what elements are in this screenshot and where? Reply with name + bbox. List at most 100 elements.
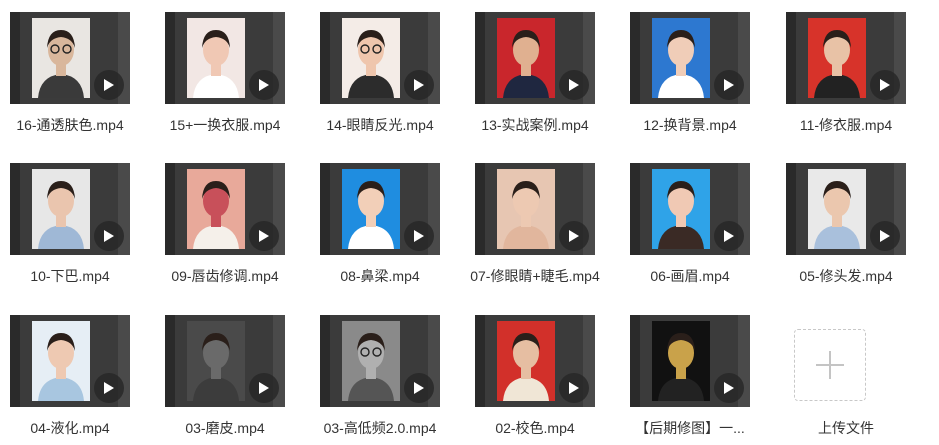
file-name[interactable]: 11-修衣服.mp4 xyxy=(774,115,918,135)
play-icon[interactable] xyxy=(714,221,744,251)
portrait-image xyxy=(497,321,555,401)
file-name[interactable]: 13-实战案例.mp4 xyxy=(463,115,607,135)
editor-panel-left xyxy=(165,315,175,407)
video-thumbnail[interactable] xyxy=(475,315,595,407)
portrait-image xyxy=(187,169,245,249)
file-grid: 16-通透肤色.mp4 15+一换衣服.mp4 14-眼睛反光.mp4 13-实… xyxy=(0,0,939,438)
file-name[interactable]: 02-校色.mp4 xyxy=(463,418,607,438)
file-name[interactable]: 05-修头发.mp4 xyxy=(774,266,918,286)
editor-panel-left xyxy=(320,163,330,255)
upload-tile[interactable]: 上传文件 xyxy=(786,315,906,445)
video-thumbnail[interactable] xyxy=(786,163,906,255)
video-thumbnail[interactable] xyxy=(165,163,285,255)
play-icon[interactable] xyxy=(559,70,589,100)
portrait-image xyxy=(187,18,245,98)
video-thumbnail[interactable] xyxy=(630,12,750,104)
play-icon[interactable] xyxy=(559,373,589,403)
file-name[interactable]: 06-画眉.mp4 xyxy=(618,266,762,286)
file-tile[interactable]: 03-高低频2.0.mp4 xyxy=(320,315,440,445)
video-thumbnail[interactable] xyxy=(10,163,130,255)
video-thumbnail[interactable] xyxy=(10,315,130,407)
file-tile[interactable]: 15+一换衣服.mp4 xyxy=(165,12,285,142)
upload-button[interactable] xyxy=(794,329,866,401)
play-icon[interactable] xyxy=(559,221,589,251)
file-tile[interactable]: 02-校色.mp4 xyxy=(475,315,595,445)
file-name[interactable]: 03-磨皮.mp4 xyxy=(153,418,297,438)
editor-panel-left xyxy=(165,163,175,255)
play-icon[interactable] xyxy=(404,221,434,251)
portrait-image xyxy=(32,321,90,401)
editor-panel-left xyxy=(630,163,640,255)
play-icon[interactable] xyxy=(714,70,744,100)
file-name[interactable]: 10-下巴.mp4 xyxy=(0,266,142,286)
upload-label[interactable]: 上传文件 xyxy=(774,418,918,438)
video-thumbnail[interactable] xyxy=(320,12,440,104)
file-tile[interactable]: 12-换背景.mp4 xyxy=(630,12,750,142)
play-icon[interactable] xyxy=(870,221,900,251)
file-name[interactable]: 04-液化.mp4 xyxy=(0,418,142,438)
video-thumbnail[interactable] xyxy=(320,163,440,255)
play-icon[interactable] xyxy=(94,373,124,403)
video-thumbnail[interactable] xyxy=(786,12,906,104)
file-tile[interactable]: 10-下巴.mp4 xyxy=(10,163,130,293)
file-tile[interactable]: 13-实战案例.mp4 xyxy=(475,12,595,142)
file-tile[interactable]: 04-液化.mp4 xyxy=(10,315,130,445)
video-thumbnail[interactable] xyxy=(165,12,285,104)
play-icon[interactable] xyxy=(94,221,124,251)
file-tile[interactable]: 11-修衣服.mp4 xyxy=(786,12,906,142)
file-tile[interactable]: 【后期修图】一... xyxy=(630,315,750,445)
video-thumbnail[interactable] xyxy=(165,315,285,407)
video-thumbnail[interactable] xyxy=(630,315,750,407)
editor-panel-left xyxy=(475,12,485,104)
file-name[interactable]: 15+一换衣服.mp4 xyxy=(153,115,297,135)
plus-icon xyxy=(816,351,844,379)
portrait-image xyxy=(187,321,245,401)
file-tile[interactable]: 16-通透肤色.mp4 xyxy=(10,12,130,142)
file-tile[interactable]: 08-鼻梁.mp4 xyxy=(320,163,440,293)
file-name[interactable]: 09-唇齿修调.mp4 xyxy=(153,266,297,286)
play-icon[interactable] xyxy=(249,221,279,251)
file-tile[interactable]: 09-唇齿修调.mp4 xyxy=(165,163,285,293)
editor-panel-left xyxy=(475,315,485,407)
portrait-image xyxy=(32,18,90,98)
file-tile[interactable]: 07-修眼睛+睫毛.mp4 xyxy=(470,163,600,293)
video-thumbnail[interactable] xyxy=(475,163,595,255)
file-name[interactable]: 【后期修图】一... xyxy=(618,418,762,438)
play-icon[interactable] xyxy=(94,70,124,100)
file-name[interactable]: 08-鼻梁.mp4 xyxy=(308,266,452,286)
play-icon[interactable] xyxy=(249,373,279,403)
video-thumbnail[interactable] xyxy=(630,163,750,255)
editor-panel-left xyxy=(630,12,640,104)
play-icon[interactable] xyxy=(870,70,900,100)
file-tile[interactable]: 03-磨皮.mp4 xyxy=(165,315,285,445)
file-name[interactable]: 03-高低频2.0.mp4 xyxy=(308,418,452,438)
play-icon[interactable] xyxy=(404,373,434,403)
file-name[interactable]: 07-修眼睛+睫毛.mp4 xyxy=(463,266,607,286)
editor-panel-left xyxy=(10,315,20,407)
video-thumbnail[interactable] xyxy=(320,315,440,407)
file-tile[interactable]: 06-画眉.mp4 xyxy=(630,163,750,293)
video-thumbnail[interactable] xyxy=(475,12,595,104)
file-name[interactable]: 14-眼睛反光.mp4 xyxy=(308,115,452,135)
portrait-image xyxy=(497,18,555,98)
editor-panel-left xyxy=(786,163,796,255)
file-name[interactable]: 12-换背景.mp4 xyxy=(618,115,762,135)
portrait-image xyxy=(652,321,710,401)
play-icon[interactable] xyxy=(404,70,434,100)
editor-panel-left xyxy=(320,315,330,407)
editor-panel-left xyxy=(10,12,20,104)
editor-panel-left xyxy=(10,163,20,255)
portrait-image xyxy=(652,169,710,249)
editor-panel-left xyxy=(320,12,330,104)
portrait-image xyxy=(497,169,555,249)
video-thumbnail[interactable] xyxy=(10,12,130,104)
portrait-image xyxy=(342,169,400,249)
file-tile[interactable]: 14-眼睛反光.mp4 xyxy=(320,12,440,142)
file-name[interactable]: 16-通透肤色.mp4 xyxy=(0,115,142,135)
play-icon[interactable] xyxy=(249,70,279,100)
portrait-image xyxy=(808,169,866,249)
portrait-image xyxy=(808,18,866,98)
file-tile[interactable]: 05-修头发.mp4 xyxy=(786,163,906,293)
play-icon[interactable] xyxy=(714,373,744,403)
portrait-image xyxy=(32,169,90,249)
